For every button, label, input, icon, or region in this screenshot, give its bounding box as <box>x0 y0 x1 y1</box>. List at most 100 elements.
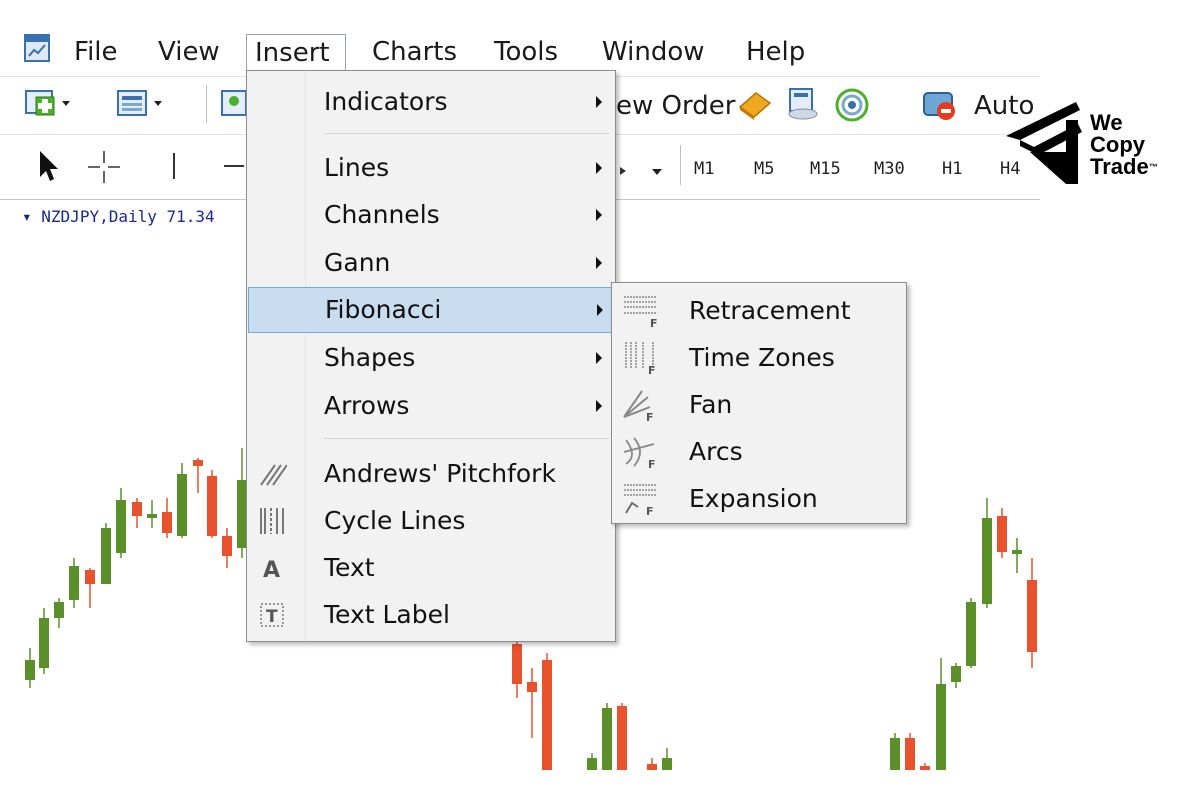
signals-icon[interactable] <box>834 87 870 123</box>
candle-body <box>602 708 612 770</box>
candle-body <box>39 618 49 668</box>
market-watch-icon[interactable] <box>220 87 248 121</box>
candle-body <box>905 738 915 770</box>
candle-body <box>69 566 79 600</box>
candle-body <box>207 476 217 536</box>
submenu-item-label: Fan <box>689 390 733 419</box>
svg-text:T: T <box>266 607 278 627</box>
text-icon: A <box>263 558 280 583</box>
menu-item-label: Fibonacci <box>325 295 442 324</box>
navigator-icon[interactable] <box>786 87 820 121</box>
menu-item-shapes[interactable]: Shapes <box>247 335 615 381</box>
submenu-item-label: Retracement <box>689 296 851 325</box>
menu-charts[interactable]: Charts <box>364 34 465 72</box>
shapes-dropdown-icon[interactable] <box>616 159 666 183</box>
timeframe-m5-button[interactable]: M5 <box>754 159 774 179</box>
candle-body <box>542 660 552 770</box>
logo-text-we: We <box>1090 110 1123 135</box>
menu-separator <box>324 133 609 134</box>
autotrading-icon[interactable] <box>920 87 960 123</box>
candle-body <box>890 738 900 770</box>
timeframe-h1-button[interactable]: H1 <box>942 159 962 179</box>
logo-trademark: ™ <box>1148 162 1158 172</box>
timeframe-m30-button[interactable]: M30 <box>874 159 905 179</box>
menu-tools[interactable]: Tools <box>486 34 566 72</box>
menu-window[interactable]: Window <box>594 34 713 72</box>
svg-text:F: F <box>648 458 656 470</box>
vertical-line-icon[interactable] <box>164 151 184 181</box>
submenu-item-expansion[interactable]: F Expansion <box>612 475 906 522</box>
candle-body <box>997 516 1007 552</box>
metaeditor-icon[interactable] <box>738 89 772 121</box>
menu-item-label: Cycle Lines <box>324 506 466 535</box>
new-chart-icon[interactable] <box>24 87 72 121</box>
candle-body <box>162 512 172 533</box>
submenu-arrow-icon <box>596 96 602 108</box>
menu-item-cycle-lines[interactable]: Cycle Lines <box>247 498 615 544</box>
candle-body <box>132 502 142 516</box>
candle-body <box>222 536 232 556</box>
fibo-expansion-icon: F <box>624 484 656 517</box>
menu-help[interactable]: Help <box>738 34 813 72</box>
menu-item-lines[interactable]: Lines <box>247 145 615 191</box>
text-label-icon: T <box>260 603 284 627</box>
candle-body <box>25 660 35 680</box>
candle-body <box>193 460 203 466</box>
menu-item-indicators[interactable]: Indicators <box>247 79 615 125</box>
candle-body <box>920 766 930 770</box>
menu-item-label: Text Label <box>324 600 450 629</box>
candle-body <box>527 682 537 692</box>
menu-item-text-label[interactable]: T Text Label <box>247 592 615 638</box>
svg-text:F: F <box>646 505 654 517</box>
submenu-arrow-icon <box>596 352 602 364</box>
submenu-item-arcs[interactable]: F Arcs <box>612 428 906 475</box>
fibo-retracement-icon: F <box>624 296 658 329</box>
insert-menu-dropdown: Indicators Lines Channels Gann Fibonacci… <box>246 70 616 642</box>
submenu-arrow-icon <box>597 304 603 316</box>
submenu-item-label: Time Zones <box>689 343 835 372</box>
menu-item-label: Gann <box>324 248 391 277</box>
candle-body <box>982 518 992 604</box>
profiles-icon[interactable] <box>116 87 164 121</box>
submenu-item-label: Arcs <box>689 437 743 466</box>
menu-view[interactable]: View <box>150 34 228 72</box>
menu-item-label: Andrews' Pitchfork <box>324 459 556 488</box>
timeframe-m15-button[interactable]: M15 <box>810 159 841 179</box>
candle-body <box>662 758 672 770</box>
menu-item-fibonacci[interactable]: Fibonacci <box>248 287 614 333</box>
submenu-item-label: Expansion <box>689 484 818 513</box>
submenu-item-retracement[interactable]: F Retracement <box>612 287 906 334</box>
menu-file[interactable]: File <box>66 34 126 72</box>
menu-item-andrews-pitchfork[interactable]: Andrews' Pitchfork <box>247 451 615 497</box>
menu-item-gann[interactable]: Gann <box>247 240 615 286</box>
submenu-item-fan[interactable]: F Fan <box>612 381 906 428</box>
submenu-arrow-icon <box>596 162 602 174</box>
crosshair-icon[interactable] <box>86 149 122 185</box>
new-order-button[interactable]: ew Order <box>616 91 735 121</box>
candle-body <box>54 602 64 618</box>
submenu-item-time-zones[interactable]: F Time Zones <box>612 334 906 381</box>
candle-body <box>512 644 522 684</box>
logo-text-copy: Copy <box>1090 132 1145 157</box>
horizontal-line-icon[interactable] <box>224 163 244 169</box>
submenu-arrow-icon <box>596 257 602 269</box>
candle-body <box>1012 550 1022 554</box>
candle-body <box>116 500 126 553</box>
candle-body <box>587 758 597 770</box>
menu-bar: File View Insert Charts Tools Window Hel… <box>0 26 1040 78</box>
menu-item-channels[interactable]: Channels <box>247 192 615 238</box>
menu-item-label: Channels <box>324 200 440 229</box>
logo-text-trade: Trade™ <box>1090 156 1158 178</box>
submenu-arrow-icon <box>596 209 602 221</box>
menu-item-label: Shapes <box>324 343 416 372</box>
timeframe-m1-button[interactable]: M1 <box>694 159 714 179</box>
candle-body <box>617 706 627 770</box>
menu-item-label: Arrows <box>324 391 410 420</box>
cursor-icon[interactable] <box>36 149 58 183</box>
menu-item-text[interactable]: A Text <box>247 545 615 591</box>
toolbar-divider <box>206 85 207 123</box>
app-icon <box>24 34 50 62</box>
candle-body <box>966 602 976 666</box>
menu-item-arrows[interactable]: Arrows <box>247 383 615 429</box>
fibo-fan-icon: F <box>623 390 654 423</box>
